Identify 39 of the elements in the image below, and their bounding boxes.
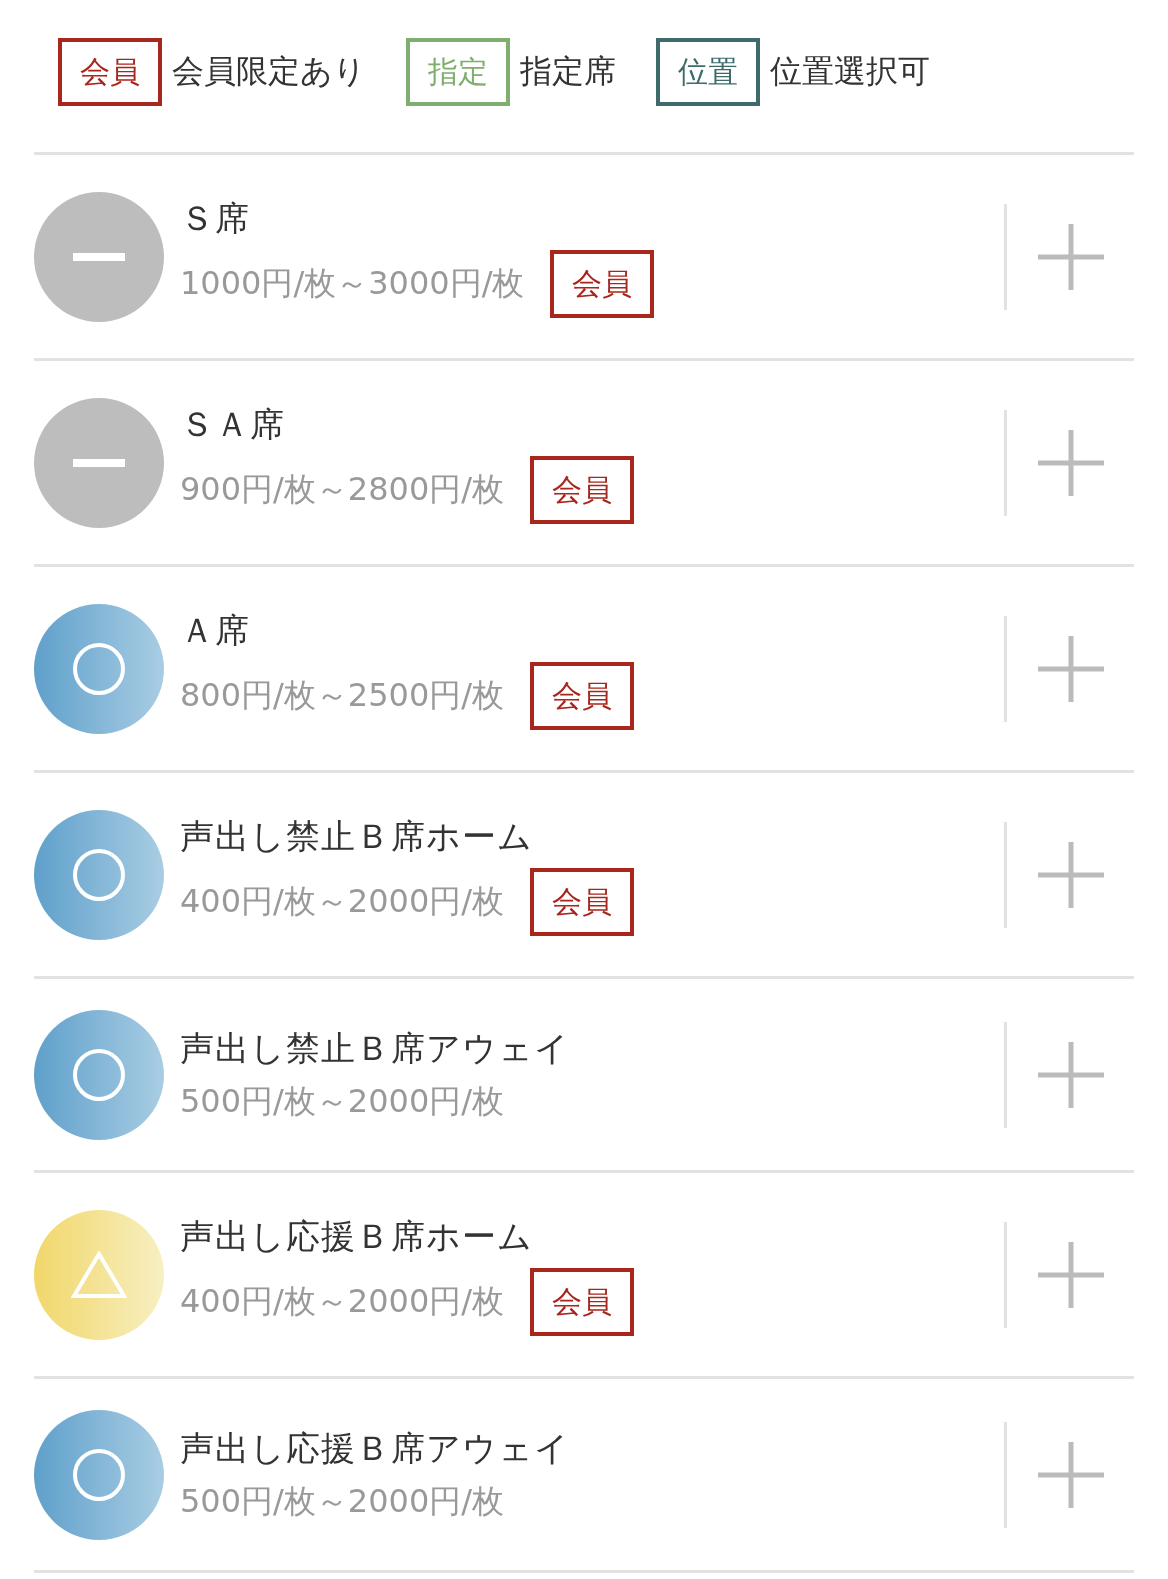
legend-badge: 会員	[58, 38, 162, 106]
seat-name: 声出し禁止Ｂ席アウェイ	[180, 1026, 570, 1070]
circle-icon	[72, 1447, 126, 1502]
seat-name: Ａ席	[180, 608, 250, 652]
legend-badge: 位置	[656, 38, 760, 106]
member-badge: 会員	[530, 1267, 635, 1336]
seat-price: 500円/枚～2000円/枚	[180, 1480, 505, 1522]
plus-icon	[1037, 1041, 1104, 1108]
plus-icon	[1037, 1241, 1104, 1308]
member-badge: 会員	[530, 455, 635, 524]
seat-name: 声出し応援Ｂ席アウェイ	[180, 1426, 570, 1470]
circle-icon	[72, 847, 126, 902]
seat-name: 声出し禁止Ｂ席ホーム	[180, 814, 533, 858]
plus-icon	[1037, 223, 1104, 290]
seat-price: 500円/枚～2000円/枚	[180, 1080, 505, 1122]
minus-icon	[73, 458, 125, 467]
seat-price: 400円/枚～2000円/枚	[180, 880, 505, 922]
seat-price: 400円/枚～2000円/枚	[180, 1280, 505, 1322]
member-badge: 会員	[550, 249, 655, 318]
minus-icon	[73, 252, 125, 261]
seat-price: 800円/枚～2500円/枚	[180, 674, 505, 716]
seat-price: 900円/枚～2800円/枚	[180, 468, 505, 510]
legend-badge: 指定	[406, 38, 510, 106]
plus-icon	[1037, 429, 1104, 496]
plus-icon	[1037, 841, 1104, 908]
legend-label: 位置選択可	[770, 51, 930, 92]
legend-label: 会員限定あり	[172, 51, 366, 92]
member-badge: 会員	[530, 867, 635, 936]
seat-price: 1000円/枚～3000円/枚	[180, 262, 525, 304]
triangle-icon	[71, 1250, 127, 1299]
plus-icon	[1037, 1441, 1104, 1508]
seat-name: ＳＡ席	[180, 402, 285, 446]
legend-label: 指定席	[520, 51, 616, 92]
member-badge: 会員	[530, 661, 635, 730]
plus-icon	[1037, 635, 1104, 702]
seat-name: Ｓ席	[180, 196, 250, 240]
circle-icon	[72, 1047, 126, 1102]
seat-name: 声出し応援Ｂ席ホーム	[180, 1214, 533, 1258]
circle-icon	[72, 641, 126, 696]
